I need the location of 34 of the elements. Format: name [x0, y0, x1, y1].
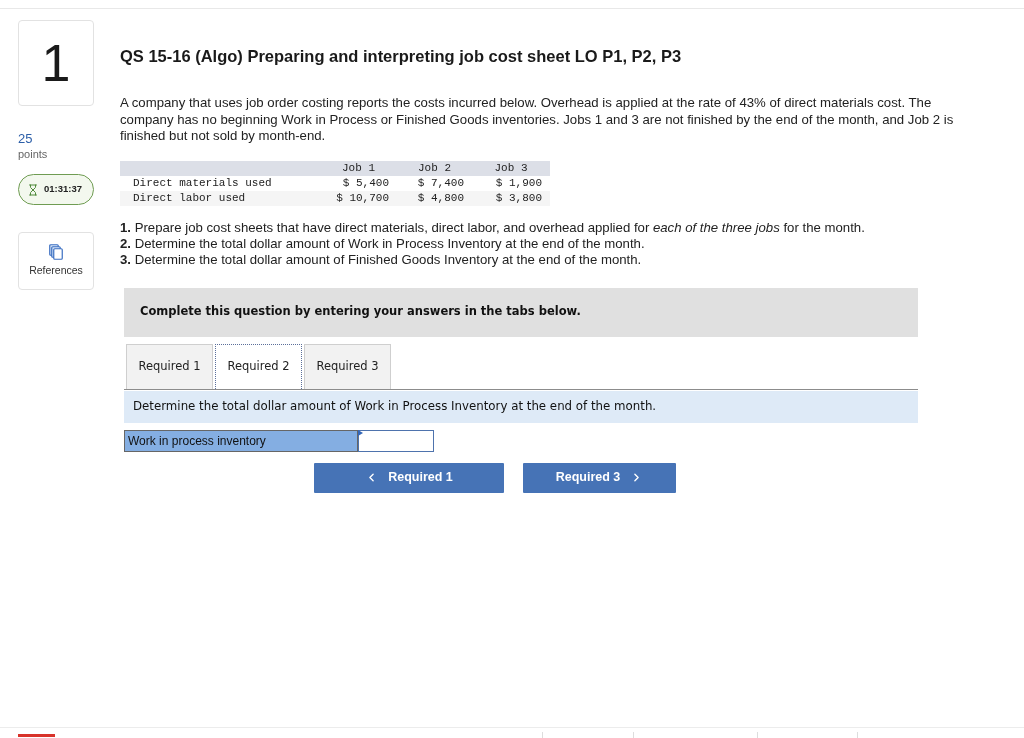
points-value: 25: [18, 131, 34, 147]
table-header-cell-text: Job 3: [493, 160, 529, 176]
answer-input[interactable]: [358, 429, 434, 452]
instruction-text: 3. Determine the total dollar amount of Finished Goods Inventory at the end of the month.: [120, 251, 643, 268]
table-header-cell-text: Job 1: [341, 160, 376, 176]
table-row-label: Direct materials used: [132, 175, 273, 191]
instruction-banner: Complete this question by entering your answers in the tabs below.: [124, 287, 918, 337]
answer-row-label: Work in process inventory: [124, 429, 358, 452]
next-tab-button[interactable]: Required 3: [523, 462, 676, 493]
table-cell-text: $ 3,800: [494, 190, 543, 206]
references-button[interactable]: References: [18, 232, 94, 290]
tab[interactable]: Required 2: [215, 343, 302, 389]
tab-prompt: Determine the total dollar amount of Work in Process Inventory at the end of the month.: [124, 390, 918, 423]
progress-indicator: [18, 734, 55, 737]
tab[interactable]: Required 1: [126, 343, 213, 389]
timer-text: 01:31:37: [44, 182, 83, 197]
table-cell-text: $ 4,800: [416, 190, 465, 206]
table-cell-text: $ 1,900: [494, 175, 543, 191]
triangle-marker-icon: [358, 429, 363, 436]
table-cell-text: $ 5,400: [341, 175, 390, 191]
hourglass-icon: [27, 183, 39, 196]
table-header-cell-text: Job 2: [417, 160, 452, 176]
question-title: QS 15-16 (Algo) Preparing and interpreting job cost sheet LO P1, P2, P3: [120, 46, 683, 66]
table-cell-text: $ 10,700: [335, 190, 390, 206]
points-label: points: [18, 147, 49, 161]
documents-icon: [49, 243, 63, 260]
table-row-label: Direct labor used: [132, 190, 247, 206]
tab[interactable]: Required 3: [304, 343, 391, 389]
instruction-text: 2. Determine the total dollar amount of Work in Process Inventory at the end of the month.: [120, 235, 646, 252]
question-intro: A company that uses job order costing reports the costs incurred below. Overhead is applied at the rate of 43% of direct materials cost. The company has no beginning Work in Process or Finished Goods inventories. Jobs 1 and 3 are not finished by the end of the month, and Job 2 is finished but not sold by month-end.: [120, 95, 955, 145]
instruction-text: 1. Prepare job cost sheets that have direct materials, direct labor, and overhead applied for each of the three jobs for the month.: [120, 219, 866, 236]
table-cell-text: $ 7,400: [416, 175, 465, 191]
previous-tab-button[interactable]: Required 1: [314, 462, 504, 493]
question-number-card: 1: [18, 20, 94, 106]
